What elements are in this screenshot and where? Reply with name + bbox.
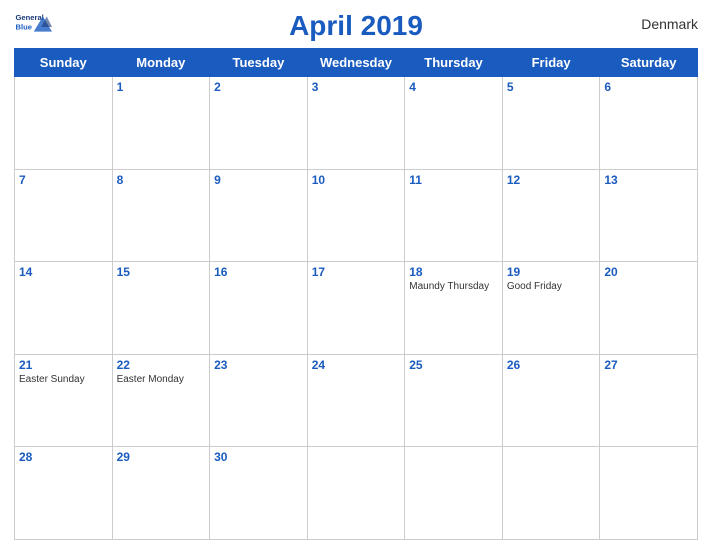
- day-cell: 3: [307, 77, 405, 170]
- day-number: 12: [507, 173, 596, 187]
- day-cell: 20: [600, 262, 698, 355]
- day-cell: [405, 447, 503, 540]
- day-number: 26: [507, 358, 596, 372]
- holiday-label: Good Friday: [507, 281, 596, 292]
- day-cell: [15, 77, 113, 170]
- svg-text:Blue: Blue: [16, 22, 32, 31]
- day-cell: [307, 447, 405, 540]
- day-cell: 28: [15, 447, 113, 540]
- header-thursday: Thursday: [405, 49, 503, 77]
- day-number: 25: [409, 358, 498, 372]
- header-wednesday: Wednesday: [307, 49, 405, 77]
- logo-area: General Blue: [14, 10, 52, 38]
- day-cell: 23: [210, 354, 308, 447]
- day-cell: 5: [502, 77, 600, 170]
- week-row-0: 123456: [15, 77, 698, 170]
- day-number: 27: [604, 358, 693, 372]
- header-monday: Monday: [112, 49, 210, 77]
- day-number: 9: [214, 173, 303, 187]
- day-cell: 9: [210, 169, 308, 262]
- day-cell: [502, 447, 600, 540]
- day-cell: 15: [112, 262, 210, 355]
- day-cell: 25: [405, 354, 503, 447]
- day-number: 1: [117, 80, 206, 94]
- day-cell: 7: [15, 169, 113, 262]
- day-cell: 14: [15, 262, 113, 355]
- day-cell: 8: [112, 169, 210, 262]
- day-cell: 27: [600, 354, 698, 447]
- day-number: 29: [117, 450, 206, 464]
- header-saturday: Saturday: [600, 49, 698, 77]
- logo-icon: General Blue: [14, 10, 52, 38]
- day-cell: 6: [600, 77, 698, 170]
- day-cell: 2: [210, 77, 308, 170]
- day-number: 24: [312, 358, 401, 372]
- day-number: 10: [312, 173, 401, 187]
- day-number: 22: [117, 358, 206, 372]
- day-cell: 18 Maundy Thursday: [405, 262, 503, 355]
- day-cell: 10: [307, 169, 405, 262]
- day-number: 30: [214, 450, 303, 464]
- day-cell: 22 Easter Monday: [112, 354, 210, 447]
- day-number: 6: [604, 80, 693, 94]
- svg-text:General: General: [16, 13, 44, 22]
- day-cell: 21 Easter Sunday: [15, 354, 113, 447]
- day-cell: 19 Good Friday: [502, 262, 600, 355]
- day-number: 21: [19, 358, 108, 372]
- calendar-title: April 2019: [289, 10, 423, 42]
- day-cell: 16: [210, 262, 308, 355]
- day-number: 16: [214, 265, 303, 279]
- day-number: 23: [214, 358, 303, 372]
- day-cell: 13: [600, 169, 698, 262]
- day-cell: 17: [307, 262, 405, 355]
- day-number: 4: [409, 80, 498, 94]
- day-number: 18: [409, 265, 498, 279]
- calendar-wrapper: General Blue April 2019 Denmark Sunday M…: [0, 0, 712, 550]
- day-cell: 30: [210, 447, 308, 540]
- day-cell: 11: [405, 169, 503, 262]
- header-friday: Friday: [502, 49, 600, 77]
- day-number: 5: [507, 80, 596, 94]
- day-cell: 12: [502, 169, 600, 262]
- day-number: 3: [312, 80, 401, 94]
- day-number: 13: [604, 173, 693, 187]
- day-number: 8: [117, 173, 206, 187]
- week-row-2: 14 15 16 17 18 Maundy Thursday 19 Good Friday 20: [15, 262, 698, 355]
- calendar-header: General Blue April 2019 Denmark: [14, 10, 698, 42]
- day-cell: 4: [405, 77, 503, 170]
- calendar-table: Sunday Monday Tuesday Wednesday Thursday…: [14, 48, 698, 540]
- day-number: 19: [507, 265, 596, 279]
- day-number: 17: [312, 265, 401, 279]
- day-number: 7: [19, 173, 108, 187]
- header-sunday: Sunday: [15, 49, 113, 77]
- weekday-header-row: Sunday Monday Tuesday Wednesday Thursday…: [15, 49, 698, 77]
- country-label: Denmark: [641, 16, 698, 32]
- day-cell: 26: [502, 354, 600, 447]
- holiday-label: Maundy Thursday: [409, 281, 498, 292]
- week-row-1: 789 10 11 12 13: [15, 169, 698, 262]
- day-number: 15: [117, 265, 206, 279]
- day-cell: [600, 447, 698, 540]
- week-row-3: 21 Easter Sunday 22 Easter Monday 23 24 25 26 27: [15, 354, 698, 447]
- week-row-4: 28 29 30: [15, 447, 698, 540]
- day-number: 2: [214, 80, 303, 94]
- day-number: 11: [409, 173, 498, 187]
- day-number: 14: [19, 265, 108, 279]
- day-cell: 29: [112, 447, 210, 540]
- day-number: 20: [604, 265, 693, 279]
- holiday-label: Easter Monday: [117, 374, 206, 385]
- day-cell: 24: [307, 354, 405, 447]
- holiday-label: Easter Sunday: [19, 374, 108, 385]
- day-cell: 1: [112, 77, 210, 170]
- day-number: 28: [19, 450, 108, 464]
- header-tuesday: Tuesday: [210, 49, 308, 77]
